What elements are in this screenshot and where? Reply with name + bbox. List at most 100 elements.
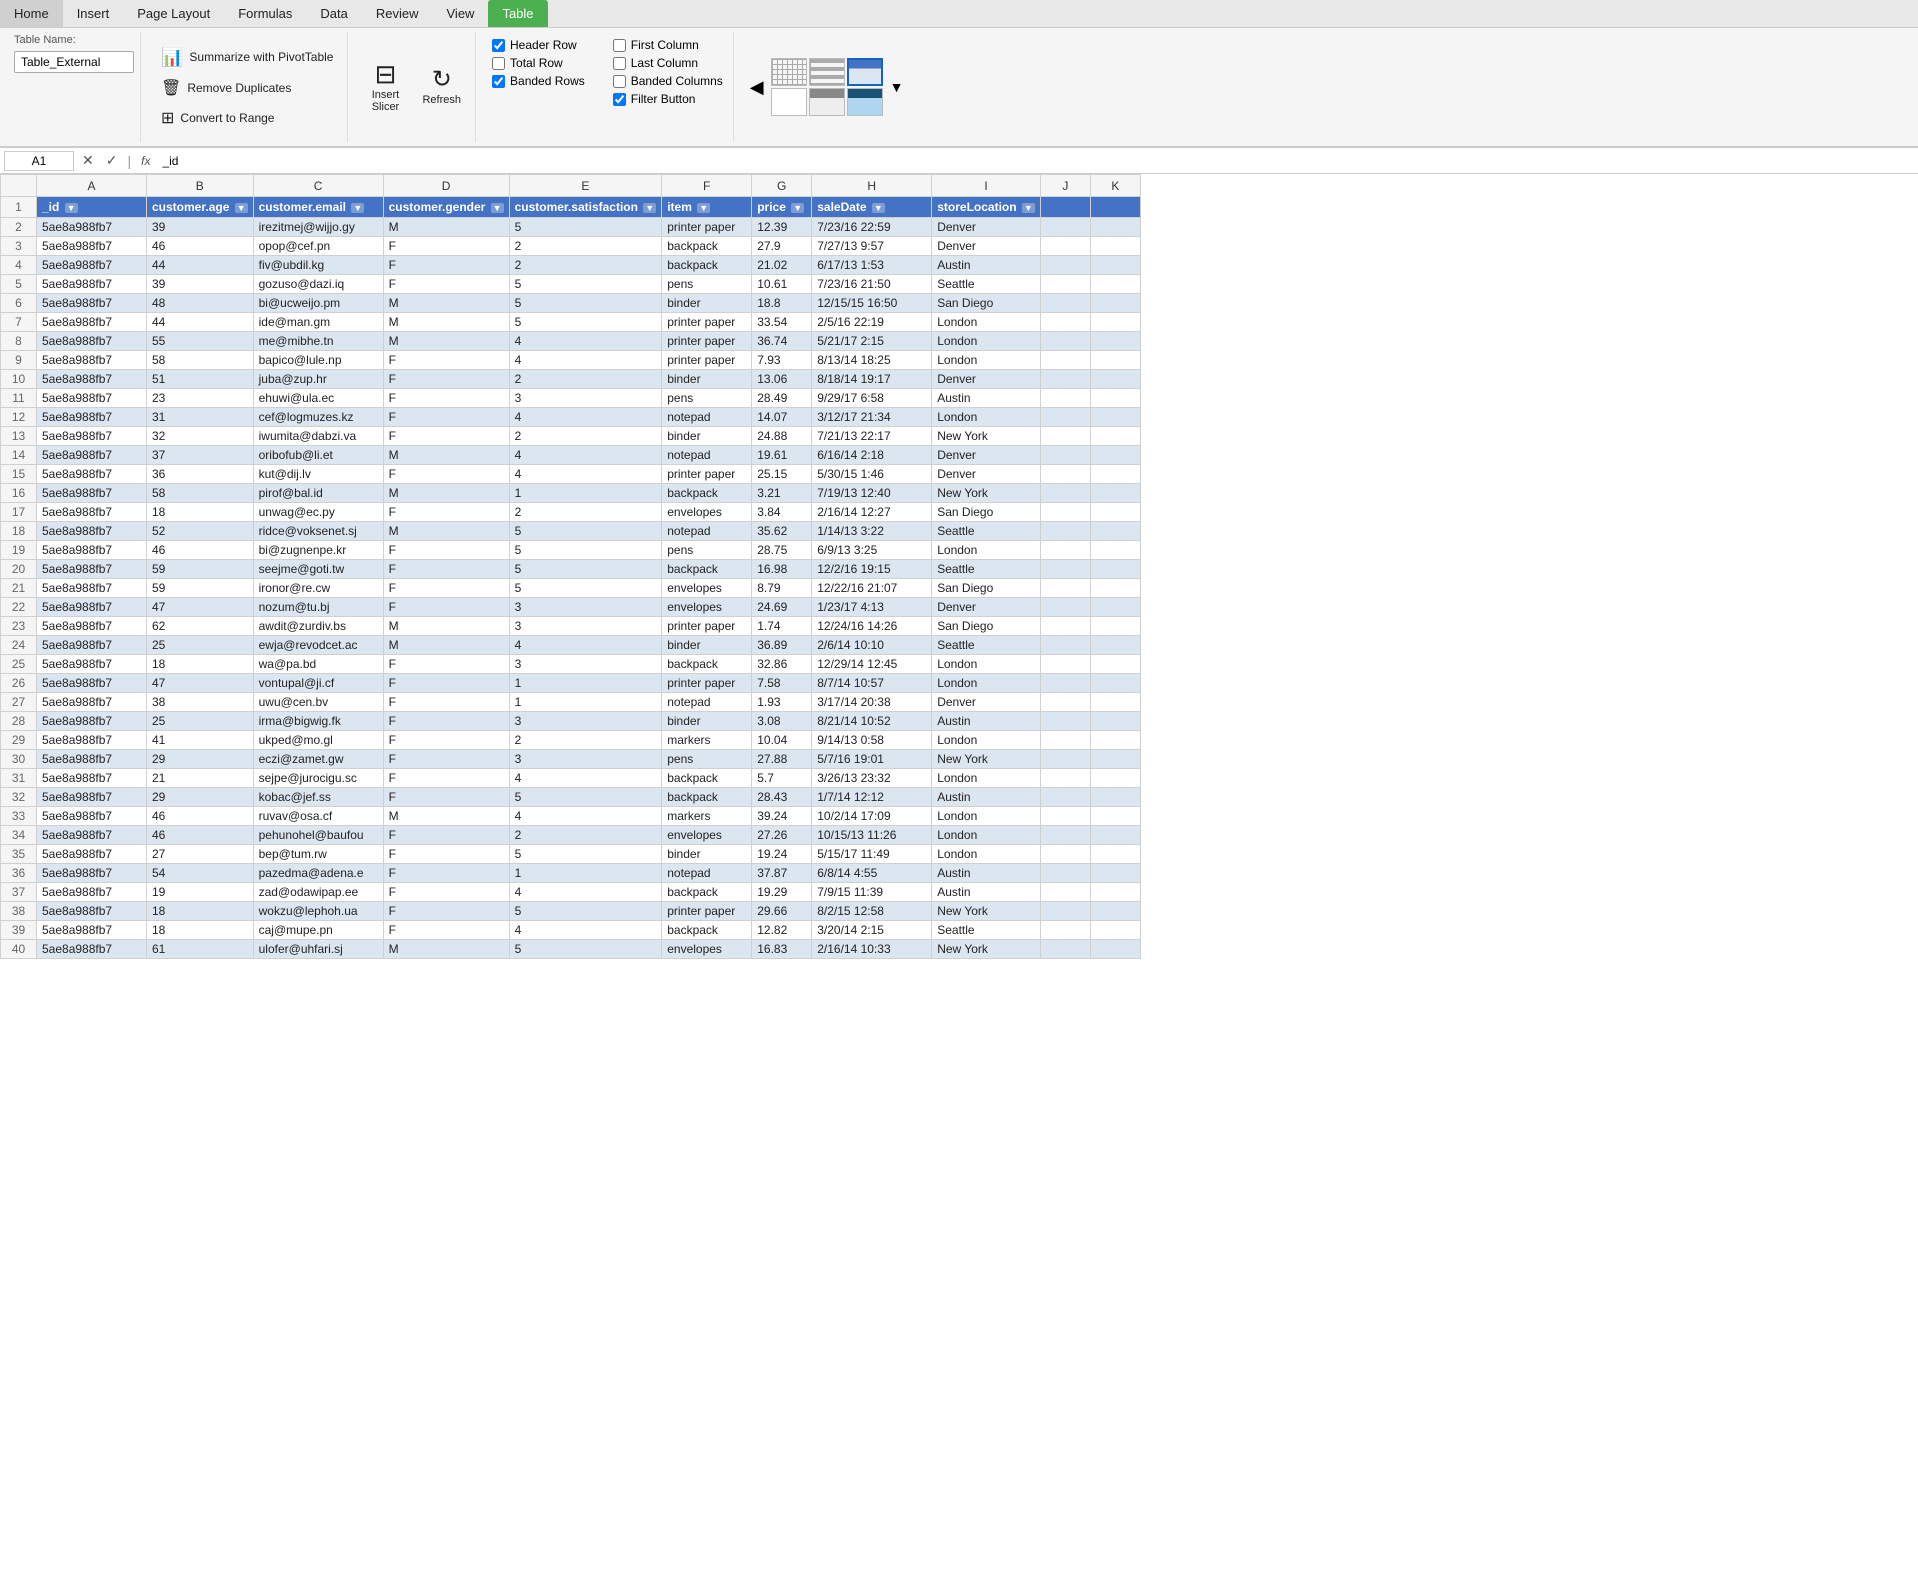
cell-r19-c1[interactable]: 5ae8a988fb7	[37, 541, 147, 560]
cell-r7-c5[interactable]: 5	[509, 313, 662, 332]
cell-r38-c1[interactable]: 5ae8a988fb7	[37, 902, 147, 921]
cell-r37-c7[interactable]: 19.29	[752, 883, 812, 902]
cell-r5-c6[interactable]: pens	[662, 275, 752, 294]
header-row-checkbox[interactable]: Header Row	[492, 38, 585, 52]
cell-r16-c6[interactable]: backpack	[662, 484, 752, 503]
cell-r18-c9[interactable]: Seattle	[932, 522, 1041, 541]
cell-r24-c2[interactable]: 25	[147, 636, 254, 655]
convert-to-range-button[interactable]: ⊞ Convert to Range	[153, 105, 282, 131]
cell-r38-c2[interactable]: 18	[147, 902, 254, 921]
cell-r40-c3[interactable]: ulofer@uhfari.sj	[253, 940, 383, 959]
cell-r30-c1[interactable]: 5ae8a988fb7	[37, 750, 147, 769]
cell-r16-c8[interactable]: 7/19/13 12:40	[812, 484, 932, 503]
cell-r25-c1[interactable]: 5ae8a988fb7	[37, 655, 147, 674]
cell-r11-c6[interactable]: pens	[662, 389, 752, 408]
cell-r15-c4[interactable]: F	[383, 465, 509, 484]
filter-button-input[interactable]	[613, 93, 626, 106]
cell-r33-c3[interactable]: ruvav@osa.cf	[253, 807, 383, 826]
cell-r19-c5[interactable]: 5	[509, 541, 662, 560]
cell-r8-c6[interactable]: printer paper	[662, 332, 752, 351]
style-scroll-left[interactable]: ◀	[746, 75, 768, 100]
cell-r10-c5[interactable]: 2	[509, 370, 662, 389]
cell-r29-c7[interactable]: 10.04	[752, 731, 812, 750]
cell-r6-c8[interactable]: 12/15/15 16:50	[812, 294, 932, 313]
cell-r22-c5[interactable]: 3	[509, 598, 662, 617]
cell-r28-c3[interactable]: irma@bigwig.fk	[253, 712, 383, 731]
cell-r21-c5[interactable]: 5	[509, 579, 662, 598]
banded-columns-input[interactable]	[613, 75, 626, 88]
cell-r28-c1[interactable]: 5ae8a988fb7	[37, 712, 147, 731]
cell-r6-c6[interactable]: binder	[662, 294, 752, 313]
cell-r39-c2[interactable]: 18	[147, 921, 254, 940]
cell-r33-c8[interactable]: 10/2/14 17:09	[812, 807, 932, 826]
cell-r15-c7[interactable]: 25.15	[752, 465, 812, 484]
cell-r26-c9[interactable]: London	[932, 674, 1041, 693]
cell-r16-c2[interactable]: 58	[147, 484, 254, 503]
cell-r26-c2[interactable]: 47	[147, 674, 254, 693]
cell-r5-c5[interactable]: 5	[509, 275, 662, 294]
col-header-k[interactable]: K	[1090, 175, 1140, 197]
cell-r22-c6[interactable]: envelopes	[662, 598, 752, 617]
total-row-checkbox[interactable]: Total Row	[492, 56, 585, 70]
cell-r36-c1[interactable]: 5ae8a988fb7	[37, 864, 147, 883]
summarize-pivottable-button[interactable]: 📊 Summarize with PivotTable	[153, 44, 341, 71]
cell-r24-c6[interactable]: binder	[662, 636, 752, 655]
cell-r9-c9[interactable]: London	[932, 351, 1041, 370]
cell-r4-c4[interactable]: F	[383, 256, 509, 275]
style-box-2[interactable]	[847, 58, 883, 86]
cell-r31-c8[interactable]: 3/26/13 23:32	[812, 769, 932, 788]
header-customer-satisfaction[interactable]: customer.satisfaction ▼	[509, 197, 662, 218]
cell-r22-c9[interactable]: Denver	[932, 598, 1041, 617]
cell-r40-c8[interactable]: 2/16/14 10:33	[812, 940, 932, 959]
cell-r35-c2[interactable]: 27	[147, 845, 254, 864]
cell-r3-c4[interactable]: F	[383, 237, 509, 256]
cell-r11-c3[interactable]: ehuwi@ula.ec	[253, 389, 383, 408]
cell-r11-c4[interactable]: F	[383, 389, 509, 408]
cell-r18-c3[interactable]: ridce@voksenet.sj	[253, 522, 383, 541]
cell-r12-c5[interactable]: 4	[509, 408, 662, 427]
cell-r3-c1[interactable]: 5ae8a988fb7	[37, 237, 147, 256]
cell-r21-c1[interactable]: 5ae8a988fb7	[37, 579, 147, 598]
cell-r2-c9[interactable]: Denver	[932, 218, 1041, 237]
cell-r9-c8[interactable]: 8/13/14 18:25	[812, 351, 932, 370]
cell-r12-c3[interactable]: cef@logmuzes.kz	[253, 408, 383, 427]
cell-r3-c3[interactable]: opop@cef.pn	[253, 237, 383, 256]
cell-r21-c7[interactable]: 8.79	[752, 579, 812, 598]
cell-r32-c7[interactable]: 28.43	[752, 788, 812, 807]
cell-r16-c7[interactable]: 3.21	[752, 484, 812, 503]
cell-r28-c7[interactable]: 3.08	[752, 712, 812, 731]
header-row-input[interactable]	[492, 39, 505, 52]
cell-r35-c7[interactable]: 19.24	[752, 845, 812, 864]
cell-r30-c6[interactable]: pens	[662, 750, 752, 769]
cell-r17-c1[interactable]: 5ae8a988fb7	[37, 503, 147, 522]
cell-r40-c9[interactable]: New York	[932, 940, 1041, 959]
cell-r4-c7[interactable]: 21.02	[752, 256, 812, 275]
first-column-input[interactable]	[613, 39, 626, 52]
cell-r39-c7[interactable]: 12.82	[752, 921, 812, 940]
cell-r2-c8[interactable]: 7/23/16 22:59	[812, 218, 932, 237]
cell-r4-c9[interactable]: Austin	[932, 256, 1041, 275]
cell-r14-c3[interactable]: oribofub@li.et	[253, 446, 383, 465]
cell-r37-c2[interactable]: 19	[147, 883, 254, 902]
cell-r8-c1[interactable]: 5ae8a988fb7	[37, 332, 147, 351]
cell-r31-c3[interactable]: sejpe@jurocigu.sc	[253, 769, 383, 788]
cell-r28-c2[interactable]: 25	[147, 712, 254, 731]
cell-r32-c4[interactable]: F	[383, 788, 509, 807]
cell-r3-c8[interactable]: 7/27/13 9:57	[812, 237, 932, 256]
cell-r15-c5[interactable]: 4	[509, 465, 662, 484]
cell-r38-c8[interactable]: 8/2/15 12:58	[812, 902, 932, 921]
cell-r38-c4[interactable]: F	[383, 902, 509, 921]
cell-r16-c5[interactable]: 1	[509, 484, 662, 503]
cell-r26-c1[interactable]: 5ae8a988fb7	[37, 674, 147, 693]
cell-r4-c2[interactable]: 44	[147, 256, 254, 275]
cell-r19-c8[interactable]: 6/9/13 3:25	[812, 541, 932, 560]
style-box-none[interactable]	[771, 58, 807, 86]
cell-r28-c9[interactable]: Austin	[932, 712, 1041, 731]
cell-r29-c3[interactable]: ukped@mo.gl	[253, 731, 383, 750]
cell-r17-c5[interactable]: 2	[509, 503, 662, 522]
formula-input[interactable]	[158, 152, 1914, 170]
last-column-input[interactable]	[613, 57, 626, 70]
menu-page-layout[interactable]: Page Layout	[123, 0, 224, 27]
cell-r11-c8[interactable]: 9/29/17 6:58	[812, 389, 932, 408]
cell-reference-input[interactable]	[4, 151, 74, 171]
